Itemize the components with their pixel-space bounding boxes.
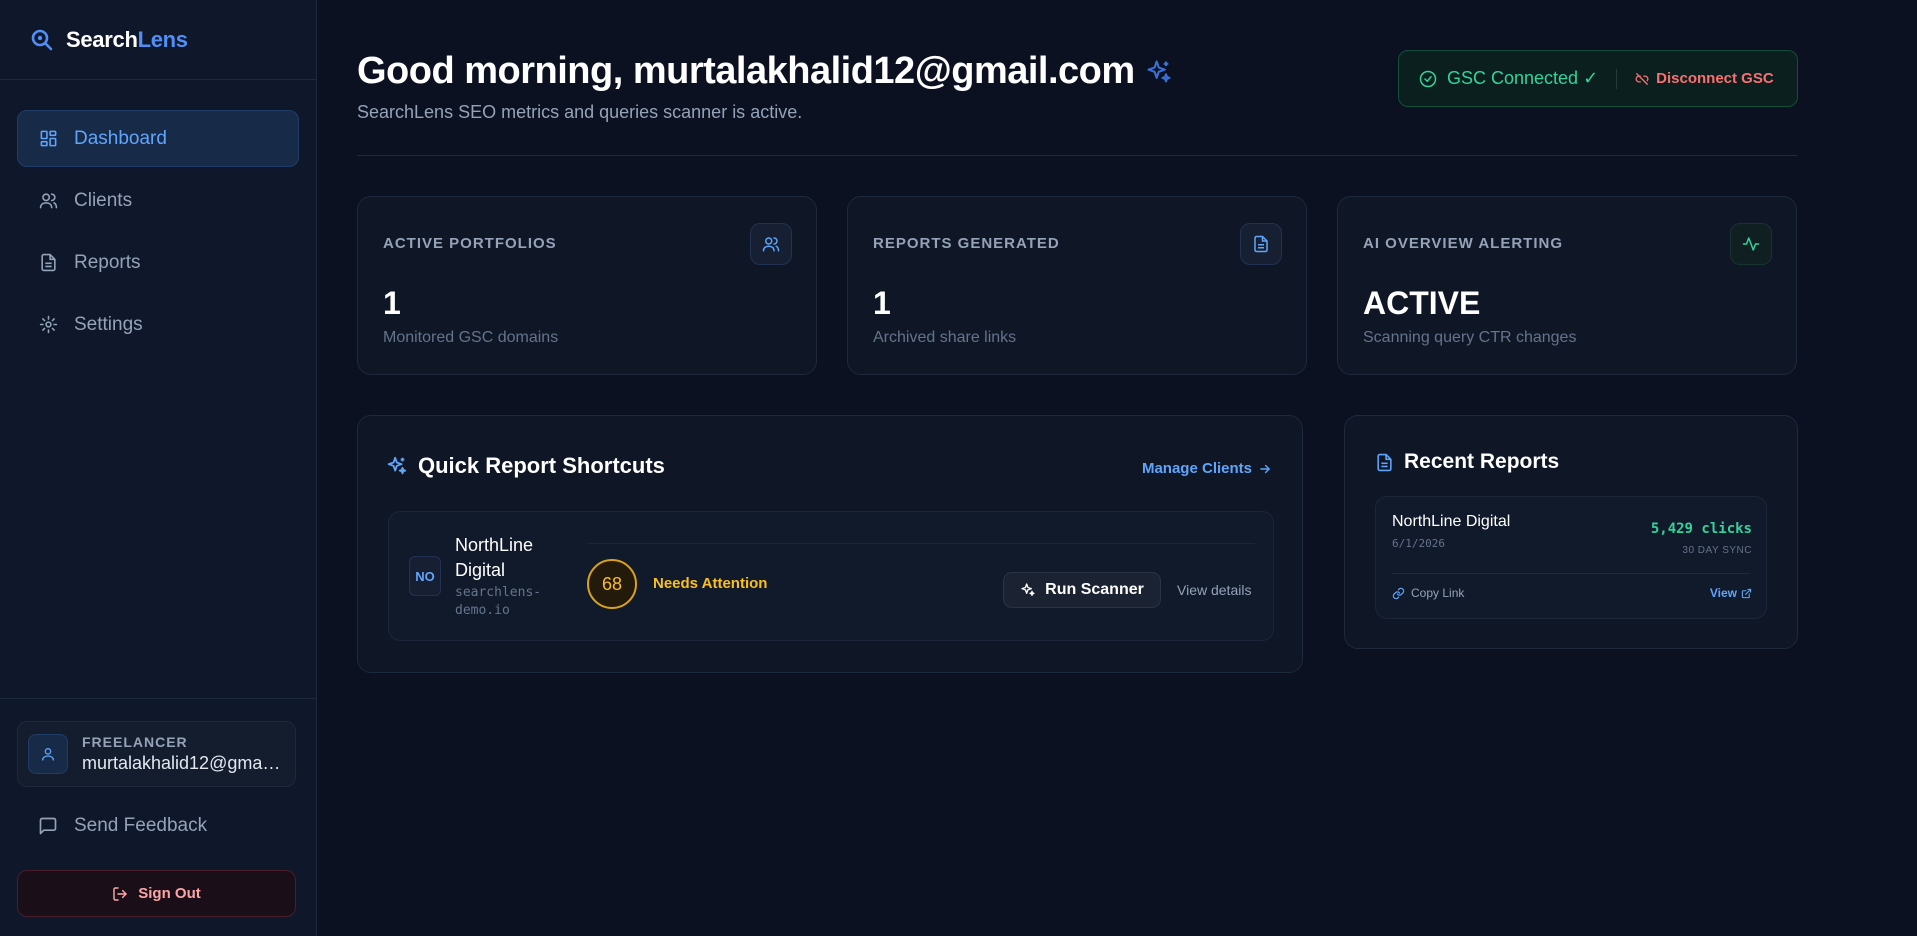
run-scanner-button[interactable]: Run Scanner bbox=[1003, 572, 1161, 608]
user-role: FREELANCER bbox=[82, 734, 188, 750]
manage-clients-link[interactable]: Manage Clients bbox=[1142, 460, 1272, 477]
header-divider bbox=[357, 155, 1797, 156]
divider bbox=[1392, 573, 1750, 574]
sidebar-item-settings[interactable]: Settings bbox=[17, 296, 299, 353]
avatar bbox=[28, 734, 68, 774]
view-label: View bbox=[1709, 586, 1737, 600]
stat-value: 1 bbox=[873, 285, 891, 321]
divider bbox=[587, 543, 1255, 544]
link-off-icon bbox=[1635, 72, 1649, 86]
stat-description: Scanning query CTR changes bbox=[1363, 329, 1577, 346]
arrow-right-icon bbox=[1258, 462, 1272, 476]
stat-label: ACTIVE PORTFOLIOS bbox=[383, 235, 557, 252]
client-domain: searchlens-demo.io bbox=[455, 585, 542, 618]
stat-description: Archived share links bbox=[873, 329, 1017, 346]
search-icon bbox=[30, 28, 54, 52]
document-icon bbox=[39, 253, 58, 272]
client-avatar: NO bbox=[409, 556, 441, 596]
stat-value: 1 bbox=[383, 285, 401, 321]
panel-title: Recent Reports bbox=[1375, 450, 1559, 474]
message-icon bbox=[38, 816, 58, 836]
gsc-connection-panel: GSC Connected ✓ Disconnect GSC bbox=[1398, 50, 1798, 107]
report-date: 6/1/2026 bbox=[1392, 537, 1445, 550]
feedback-label: Send Feedback bbox=[74, 815, 208, 836]
users-icon bbox=[39, 191, 58, 210]
stat-value: ACTIVE bbox=[1363, 285, 1481, 321]
gsc-status-label: GSC Connected ✓ bbox=[1447, 68, 1599, 88]
user-email: murtalakhalid12@gmail.com bbox=[82, 753, 282, 773]
sidebar-item-label: Clients bbox=[74, 189, 133, 211]
sign-out-label: Sign Out bbox=[138, 885, 201, 902]
sidebar-item-reports[interactable]: Reports bbox=[17, 234, 299, 291]
stat-card-portfolios: ACTIVE PORTFOLIOS 1 Monitored GSC domain… bbox=[357, 196, 817, 375]
run-scanner-label: Run Scanner bbox=[1045, 581, 1144, 598]
view-details-link[interactable]: View details bbox=[1177, 582, 1251, 598]
report-sync-period: 30 DAY SYNC bbox=[1682, 545, 1752, 556]
user-icon bbox=[40, 746, 56, 762]
view-report-link[interactable]: View bbox=[1710, 586, 1752, 600]
report-clicks: 5,429 clicks bbox=[1650, 521, 1752, 537]
gear-icon bbox=[39, 315, 58, 334]
logout-icon bbox=[112, 886, 128, 902]
sidebar-nav: Dashboard Clients Reports Settings bbox=[0, 80, 316, 353]
divider bbox=[1616, 68, 1618, 89]
sidebar-footer: FREELANCER murtalakhalid12@gmail.com Sen… bbox=[0, 698, 316, 936]
user-profile-card[interactable]: FREELANCER murtalakhalid12@gmail.com bbox=[17, 721, 296, 787]
stat-label: REPORTS GENERATED bbox=[873, 235, 1060, 252]
client-shortcut-row[interactable]: NO NorthLine Digital searchlens-demo.io … bbox=[388, 511, 1274, 641]
copy-link-label: Copy Link bbox=[1411, 586, 1465, 600]
disconnect-gsc-button[interactable]: Disconnect GSC bbox=[1635, 70, 1774, 87]
link-icon bbox=[1392, 587, 1405, 600]
stat-label: AI OVERVIEW ALERTING bbox=[1363, 235, 1564, 252]
recent-reports-panel: Recent Reports NorthLine Digital 6/1/202… bbox=[1344, 415, 1798, 649]
report-client-name: NorthLine Digital bbox=[1392, 513, 1511, 530]
activity-icon bbox=[1730, 223, 1772, 265]
copy-link-button[interactable]: Copy Link bbox=[1392, 586, 1464, 600]
brand-logo[interactable]: SearchLens bbox=[0, 0, 316, 80]
panel-title-text: Recent Reports bbox=[1404, 450, 1560, 473]
quick-report-shortcuts-panel: Quick Report Shortcuts Manage Clients NO… bbox=[357, 415, 1303, 673]
sign-out-button[interactable]: Sign Out bbox=[17, 870, 296, 917]
stat-description: Monitored GSC domains bbox=[383, 329, 559, 346]
sidebar-item-label: Dashboard bbox=[74, 127, 167, 149]
document-icon bbox=[1240, 223, 1282, 265]
dashboard-icon bbox=[39, 129, 58, 148]
sparkles-icon bbox=[1145, 58, 1173, 86]
health-score-badge: 68 bbox=[587, 559, 637, 609]
sparkles-icon bbox=[1020, 582, 1036, 598]
disconnect-label: Disconnect GSC bbox=[1656, 70, 1774, 87]
sidebar-item-label: Settings bbox=[74, 313, 143, 335]
document-icon bbox=[1375, 453, 1394, 472]
client-name: NorthLine Digital bbox=[455, 535, 534, 580]
sparkles-icon bbox=[386, 455, 408, 477]
manage-clients-label: Manage Clients bbox=[1141, 460, 1252, 477]
panel-title-text: Quick Report Shortcuts bbox=[418, 453, 665, 478]
send-feedback-button[interactable]: Send Feedback bbox=[38, 815, 207, 837]
brand-name: SearchLens bbox=[66, 26, 188, 52]
status-badge: Needs Attention bbox=[653, 575, 768, 592]
report-item: NorthLine Digital 6/1/2026 5,429 clicks … bbox=[1375, 496, 1767, 619]
external-link-icon bbox=[1741, 588, 1752, 599]
page-title: Good morning, murtalakhalid12@gmail.com bbox=[357, 50, 1173, 93]
sidebar: SearchLens Dashboard Clients Reports Set… bbox=[0, 0, 317, 936]
panel-title: Quick Report Shortcuts bbox=[386, 453, 665, 479]
stat-card-ai-alerting: AI OVERVIEW ALERTING ACTIVE Scanning que… bbox=[1337, 196, 1797, 375]
sidebar-item-clients[interactable]: Clients bbox=[17, 172, 299, 229]
sidebar-item-dashboard[interactable]: Dashboard bbox=[17, 110, 299, 167]
gsc-status: GSC Connected ✓ bbox=[1419, 68, 1598, 89]
page-subtitle: SearchLens SEO metrics and queries scann… bbox=[357, 102, 803, 122]
stat-card-reports: REPORTS GENERATED 1 Archived share links bbox=[847, 196, 1307, 375]
check-circle-icon bbox=[1419, 70, 1437, 88]
users-icon bbox=[750, 223, 792, 265]
greeting-text: Good morning, murtalakhalid12@gmail.com bbox=[357, 50, 1135, 92]
sidebar-item-label: Reports bbox=[74, 251, 141, 273]
